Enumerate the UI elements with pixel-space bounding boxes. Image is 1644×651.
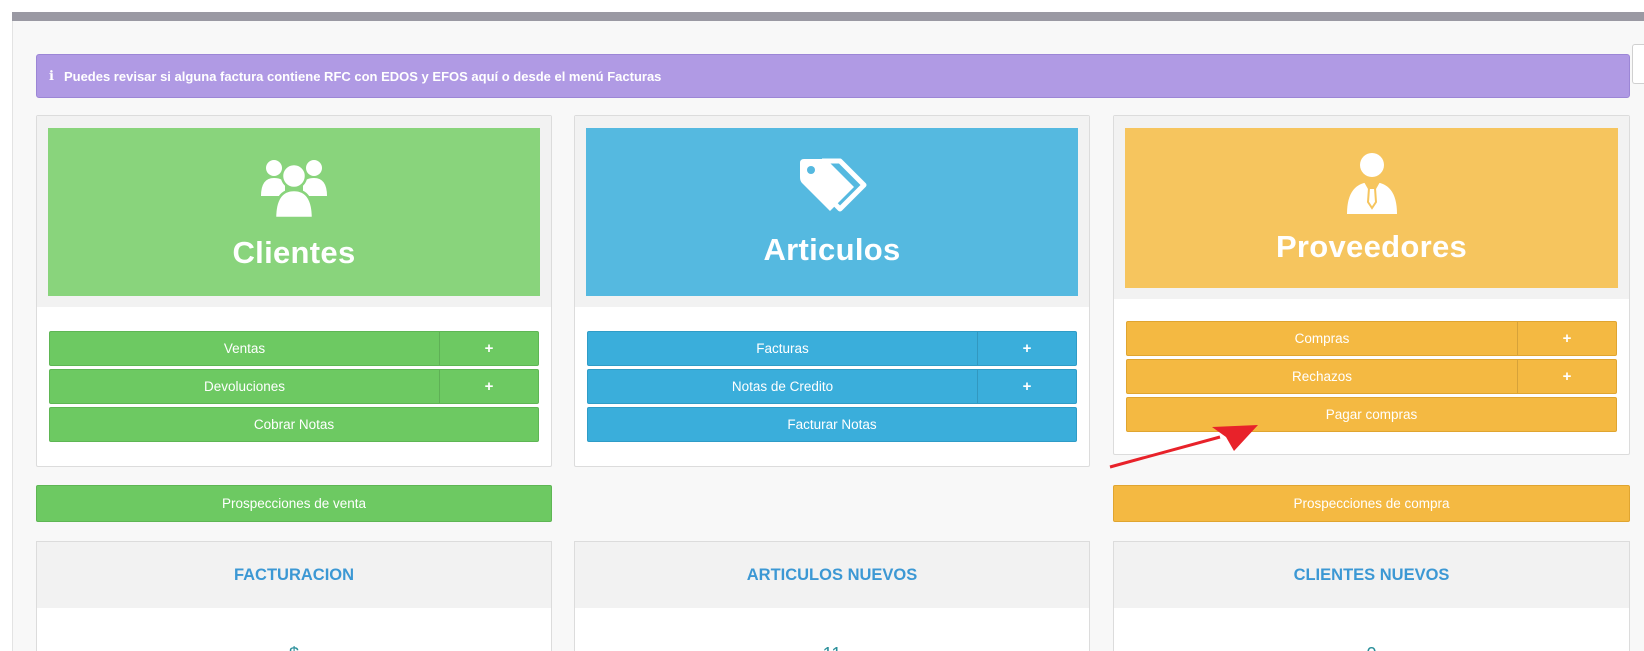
compras-row: Compras + [1126, 321, 1617, 356]
add-factura-button[interactable]: + [978, 332, 1076, 365]
facturacion-value: $ [37, 644, 551, 651]
notas-credito-button[interactable]: Notas de Credito [588, 370, 978, 403]
facturas-button[interactable]: Facturas [588, 332, 978, 365]
ventas-button[interactable]: Ventas [50, 332, 440, 365]
facturacion-panel: FACTURACION $ [36, 541, 552, 651]
alert-text: Puedes revisar si alguna factura contien… [63, 68, 662, 84]
devoluciones-row: Devoluciones + [49, 369, 539, 404]
proveedores-hero[interactable]: Proveedores [1125, 128, 1618, 288]
add-compra-button[interactable]: + [1518, 322, 1616, 355]
articulos-card: Articulos Facturas + Notas de Credito + … [574, 115, 1090, 467]
cobrar-notas-button[interactable]: Cobrar Notas [49, 407, 539, 442]
articulos-nuevos-panel: ARTICULOS NUEVOS 11 [574, 541, 1090, 651]
ventas-row: Ventas + [49, 331, 539, 366]
facturar-notas-button[interactable]: Facturar Notas [587, 407, 1077, 442]
top-bar [12, 12, 1644, 21]
clientes-nuevos-panel: CLIENTES NUEVOS 0 [1113, 541, 1630, 651]
add-devolucion-button[interactable]: + [440, 370, 538, 403]
compras-button[interactable]: Compras [1127, 322, 1518, 355]
tags-icon [796, 157, 868, 222]
facturacion-title: FACTURACION [37, 542, 551, 608]
supplier-icon [1345, 152, 1399, 219]
articulos-hero[interactable]: Articulos [586, 128, 1078, 296]
articulos-title: Articulos [763, 231, 901, 267]
proveedores-title: Proveedores [1275, 228, 1468, 264]
clientes-title: Clientes [232, 234, 356, 270]
add-rechazo-button[interactable]: + [1518, 360, 1616, 393]
prospecciones-compra-button[interactable]: Prospecciones de compra [1113, 485, 1630, 522]
notas-credito-row: Notas de Credito + [587, 369, 1077, 404]
clientes-nuevos-value: 0 [1114, 644, 1629, 651]
proveedores-card: Proveedores Compras + Rechazos + Pagar c… [1113, 115, 1630, 455]
clientes-card: Clientes Ventas + Devoluciones + Cobrar … [36, 115, 552, 467]
annotation-arrow [1109, 425, 1258, 469]
rechazos-row: Rechazos + [1126, 359, 1617, 394]
prospecciones-venta-button[interactable]: Prospecciones de venta [36, 485, 552, 522]
users-icon [259, 154, 329, 225]
clientes-hero[interactable]: Clientes [48, 128, 540, 296]
devoluciones-button[interactable]: Devoluciones [50, 370, 440, 403]
add-nota-credito-button[interactable]: + [978, 370, 1076, 403]
rechazos-button[interactable]: Rechazos [1127, 360, 1518, 393]
articulos-nuevos-value: 11 [575, 644, 1089, 651]
info-alert[interactable]: ℹ Puedes revisar si alguna factura conti… [36, 54, 1630, 98]
info-icon: ℹ [49, 68, 54, 83]
articulos-nuevos-title: ARTICULOS NUEVOS [575, 542, 1089, 608]
facturas-row: Facturas + [587, 331, 1077, 366]
clientes-nuevos-title: CLIENTES NUEVOS [1114, 542, 1629, 608]
side-panel-edge[interactable] [1632, 44, 1644, 84]
add-venta-button[interactable]: + [440, 332, 538, 365]
